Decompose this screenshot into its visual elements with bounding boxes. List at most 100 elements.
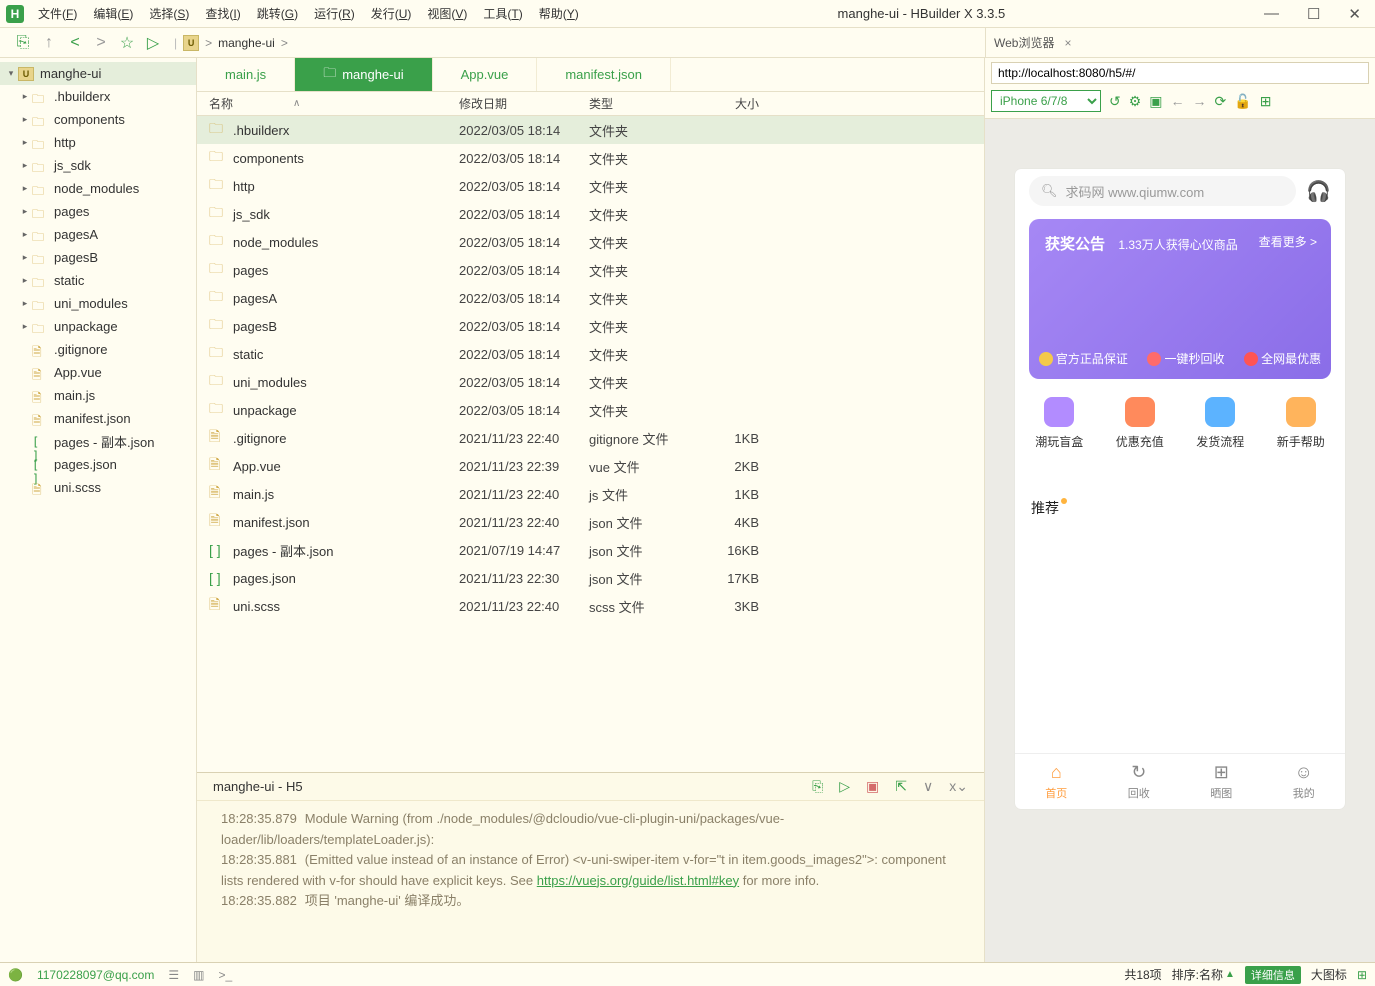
maximize-button[interactable]: ☐ xyxy=(1307,5,1320,23)
nav-back-icon[interactable]: ← xyxy=(1171,93,1185,109)
console-down-icon[interactable]: ∨ xyxy=(923,778,933,795)
sidebar-item[interactable]: ▸🗀static xyxy=(0,269,196,292)
feature-item[interactable]: 潮玩盲盒 xyxy=(1035,397,1083,450)
status-icon[interactable]: ☰ xyxy=(168,968,179,982)
gear-icon[interactable]: ⚙ xyxy=(1129,93,1142,110)
feature-item[interactable]: 优惠充值 xyxy=(1116,397,1164,450)
editor-tab[interactable]: App.vue xyxy=(433,58,538,91)
terminal-icon[interactable]: >_ xyxy=(218,968,232,982)
file-row[interactable]: 🗀static2022/03/05 18:14文件夹 xyxy=(197,340,984,368)
grid-icon[interactable]: ⊞ xyxy=(1357,968,1367,982)
award-banner[interactable]: 获奖公告 1.33万人获得心仪商品 查看更多 > 官方正品保证一键秒回收全网最优… xyxy=(1029,219,1331,379)
file-row[interactable]: [ ]pages - 副本.json2021/07/19 14:47json 文… xyxy=(197,536,984,564)
phone-frame[interactable]: 🔍︎ 求码网 www.qiumw.com 🎧 获奖公告 1.33万人获得心仪商品… xyxy=(1015,169,1345,809)
col-type[interactable]: 类型 xyxy=(589,95,699,112)
sidebar-item[interactable]: ▸🗀pages xyxy=(0,200,196,223)
file-row[interactable]: 🗀.hbuilderx2022/03/05 18:14文件夹 xyxy=(197,116,984,144)
sidebar-item[interactable]: 🗎main.js xyxy=(0,384,196,407)
close-button[interactable]: ✕ xyxy=(1348,5,1361,23)
file-row[interactable]: 🗀pagesB2022/03/05 18:14文件夹 xyxy=(197,312,984,340)
file-row[interactable]: 🗀http2022/03/05 18:14文件夹 xyxy=(197,172,984,200)
headset-icon[interactable]: 🎧 xyxy=(1306,179,1331,204)
sidebar-item[interactable]: ▸🗀pagesA xyxy=(0,223,196,246)
console-export-icon[interactable]: ⇱ xyxy=(895,778,907,795)
url-input[interactable] xyxy=(991,62,1369,84)
console-link[interactable]: https://vuejs.org/guide/list.html#key xyxy=(537,873,739,888)
project-explorer[interactable]: ▾ U manghe-ui ▸🗀.hbuilderx▸🗀components▸🗀… xyxy=(0,58,197,962)
tabbar-item[interactable]: ⌂首页 xyxy=(1015,754,1098,809)
sidebar-item[interactable]: ▸🗀unpackage xyxy=(0,315,196,338)
status-sort[interactable]: 排序:名称 ▲ xyxy=(1172,966,1235,983)
status-bigicon[interactable]: 大图标 xyxy=(1311,966,1347,983)
status-detail-badge[interactable]: 详细信息 xyxy=(1245,966,1301,984)
status-icon2[interactable]: ▥ xyxy=(193,968,204,982)
menu-item[interactable]: 编辑(E) xyxy=(85,3,141,24)
sidebar-item[interactable]: ▸🗀.hbuilderx xyxy=(0,85,196,108)
editor-tab[interactable]: 🗀manghe-ui xyxy=(295,58,432,91)
app-search-box[interactable]: 🔍︎ 求码网 www.qiumw.com xyxy=(1029,176,1296,206)
menu-item[interactable]: 发行(U) xyxy=(363,3,420,24)
file-row[interactable]: 🗀components2022/03/05 18:14文件夹 xyxy=(197,144,984,172)
file-row[interactable]: 🗀pages2022/03/05 18:14文件夹 xyxy=(197,256,984,284)
sidebar-root[interactable]: ▾ U manghe-ui xyxy=(0,62,196,85)
sidebar-item[interactable]: ▸🗀node_modules xyxy=(0,177,196,200)
sidebar-item[interactable]: ▸🗀js_sdk xyxy=(0,154,196,177)
menu-item[interactable]: 工具(T) xyxy=(475,3,530,24)
sidebar-item[interactable]: 🗎.gitignore xyxy=(0,338,196,361)
file-row[interactable]: 🗀node_modules2022/03/05 18:14文件夹 xyxy=(197,228,984,256)
sidebar-item[interactable]: ▸🗀components xyxy=(0,108,196,131)
rotate-icon[interactable]: ↺ xyxy=(1109,93,1121,110)
browser-tab[interactable]: Web浏览器 xyxy=(994,34,1054,51)
file-row[interactable]: 🗎.gitignore2021/11/23 22:40gitignore 文件1… xyxy=(197,424,984,452)
menu-item[interactable]: 帮助(Y) xyxy=(531,3,587,24)
menu-item[interactable]: 选择(S) xyxy=(141,3,197,24)
run-icon[interactable]: ▷ xyxy=(140,33,166,53)
nav-forward-icon[interactable]: → xyxy=(1193,93,1207,109)
file-row[interactable]: 🗎uni.scss2021/11/23 22:40scss 文件3KB xyxy=(197,592,984,620)
console-stop-icon[interactable]: ▣ xyxy=(866,778,879,795)
star-icon[interactable]: ☆ xyxy=(114,33,140,53)
editor-tab[interactable]: main.js xyxy=(197,58,295,91)
sidebar-item[interactable]: [ ]pages - 副本.json xyxy=(0,430,196,453)
menu-item[interactable]: 查找(I) xyxy=(197,3,248,24)
forward-icon[interactable]: > xyxy=(88,34,114,52)
console-run-icon[interactable]: ⎘ xyxy=(812,778,823,795)
col-size[interactable]: 大小 xyxy=(699,95,759,112)
console-output[interactable]: 18:28:35.879 Module Warning (from ./node… xyxy=(197,801,984,962)
feature-item[interactable]: 发货流程 xyxy=(1196,397,1244,450)
file-list[interactable]: 🗀.hbuilderx2022/03/05 18:14文件夹🗀component… xyxy=(197,116,984,772)
console-close-icon[interactable]: x⌄ xyxy=(949,778,968,795)
device-select[interactable]: iPhone 6/7/8 xyxy=(991,90,1101,112)
status-email[interactable]: 1170228097@qq.com xyxy=(37,968,154,982)
tabbar-item[interactable]: ↻回收 xyxy=(1098,754,1181,809)
file-row[interactable]: 🗀js_sdk2022/03/05 18:14文件夹 xyxy=(197,200,984,228)
col-date[interactable]: 修改日期 xyxy=(459,95,589,112)
console-play-icon[interactable]: ▷ xyxy=(839,778,850,795)
breadcrumb-project[interactable]: manghe-ui xyxy=(218,36,275,50)
tabbar-item[interactable]: ⊞晒图 xyxy=(1180,754,1263,809)
file-row[interactable]: 🗎manifest.json2021/11/23 22:40json 文件4KB xyxy=(197,508,984,536)
file-row[interactable]: 🗀pagesA2022/03/05 18:14文件夹 xyxy=(197,284,984,312)
sidebar-item[interactable]: ▸🗀uni_modules xyxy=(0,292,196,315)
feature-item[interactable]: 新手帮助 xyxy=(1277,397,1325,450)
sidebar-item[interactable]: ▸🗀http xyxy=(0,131,196,154)
sidebar-item[interactable]: ▸🗀pagesB xyxy=(0,246,196,269)
banner-more[interactable]: 查看更多 > xyxy=(1259,233,1317,250)
devtools-icon[interactable]: ▣ xyxy=(1149,93,1162,110)
sidebar-item[interactable]: 🗎uni.scss xyxy=(0,476,196,499)
minimize-button[interactable]: — xyxy=(1264,5,1279,23)
menu-item[interactable]: 运行(R) xyxy=(306,3,363,24)
refresh-icon[interactable]: ⟳ xyxy=(1215,93,1227,110)
lock-icon[interactable]: 🔓 xyxy=(1234,93,1251,110)
file-row[interactable]: 🗎App.vue2021/11/23 22:39vue 文件2KB xyxy=(197,452,984,480)
tabbar-item[interactable]: ☺我的 xyxy=(1263,754,1346,809)
close-icon[interactable]: × xyxy=(1064,36,1071,50)
file-row[interactable]: [ ]pages.json2021/11/23 22:30json 文件17KB xyxy=(197,564,984,592)
menu-item[interactable]: 视图(V) xyxy=(419,3,475,24)
file-row[interactable]: 🗀uni_modules2022/03/05 18:14文件夹 xyxy=(197,368,984,396)
file-row[interactable]: 🗀unpackage2022/03/05 18:14文件夹 xyxy=(197,396,984,424)
back-icon[interactable]: < xyxy=(62,34,88,52)
qr-icon[interactable]: ⊞ xyxy=(1260,93,1272,110)
menu-item[interactable]: 跳转(G) xyxy=(249,3,306,24)
menu-item[interactable]: 文件(F) xyxy=(30,3,85,24)
